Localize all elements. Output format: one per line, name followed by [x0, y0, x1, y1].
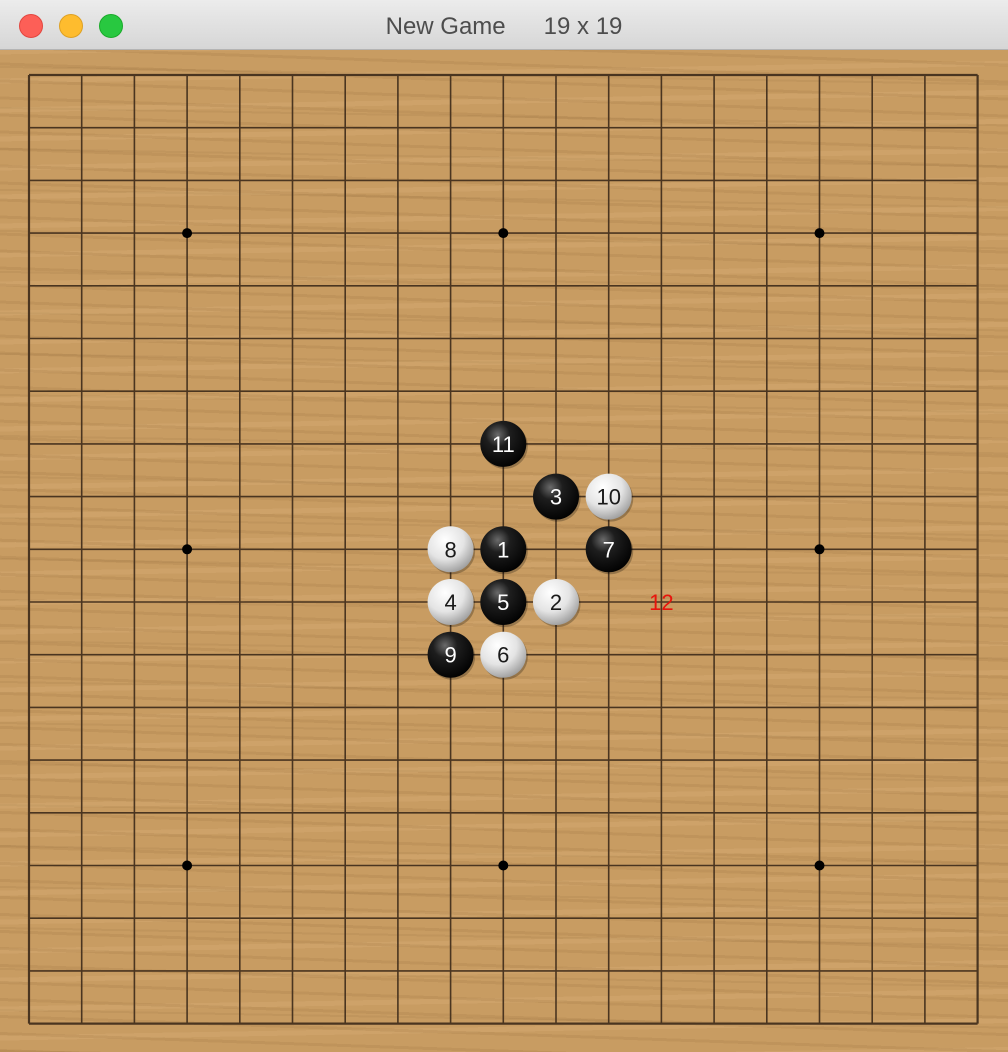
next-move-marker[interactable]: 12 [649, 590, 673, 615]
star-point [814, 228, 825, 239]
move-number: 7 [603, 537, 615, 562]
board-size-label: 19 x 19 [543, 13, 623, 40]
game-window: New Game 19 x 19 1 2 3 4 5 6 7 8 9 10 11 12 [0, 0, 1008, 1052]
stone-black-7: 7 [585, 526, 634, 575]
star-point [182, 860, 193, 871]
stone-black-1: 1 [480, 526, 528, 575]
move-number: 11 [492, 432, 515, 457]
stone-black-11: 11 [480, 420, 528, 469]
stone-white-10: 10 [585, 473, 634, 522]
move-number: 1 [497, 537, 509, 562]
move-number: 6 [497, 643, 509, 668]
move-number: 8 [444, 537, 456, 562]
go-board[interactable]: 1234 567891011 12 [0, 50, 1008, 1052]
move-number: 9 [444, 643, 456, 668]
move-number: 10 [596, 485, 620, 510]
move-number: 5 [497, 590, 509, 615]
stone-white-8: 8 [427, 526, 476, 575]
stone-black-5: 5 [480, 579, 528, 627]
stone-black-9: 9 [427, 631, 476, 680]
star-point [814, 860, 825, 871]
next-move-number[interactable]: 12 [649, 590, 673, 615]
star-point [814, 544, 825, 555]
title-bar[interactable]: New Game 19 x 19 [0, 0, 1008, 50]
star-point [182, 228, 193, 239]
move-number: 4 [444, 590, 456, 615]
go-board-area[interactable]: 1 2 3 4 5 6 7 8 9 10 11 12 [0, 50, 1008, 1052]
stone-white-4: 4 [427, 579, 476, 627]
stone-white-2: 2 [533, 579, 581, 627]
stone-white-6: 6 [480, 631, 528, 680]
window-title: New Game 19 x 19 [0, 0, 1008, 50]
star-point [498, 860, 509, 871]
stone-black-3: 3 [533, 473, 581, 522]
stones: 1 2 3 4 5 6 7 8 9 10 11 [427, 420, 634, 680]
star-point [498, 228, 509, 239]
move-number: 2 [550, 590, 562, 615]
move-number: 3 [550, 485, 562, 510]
game-name: New Game [385, 13, 506, 40]
star-point [182, 544, 193, 555]
